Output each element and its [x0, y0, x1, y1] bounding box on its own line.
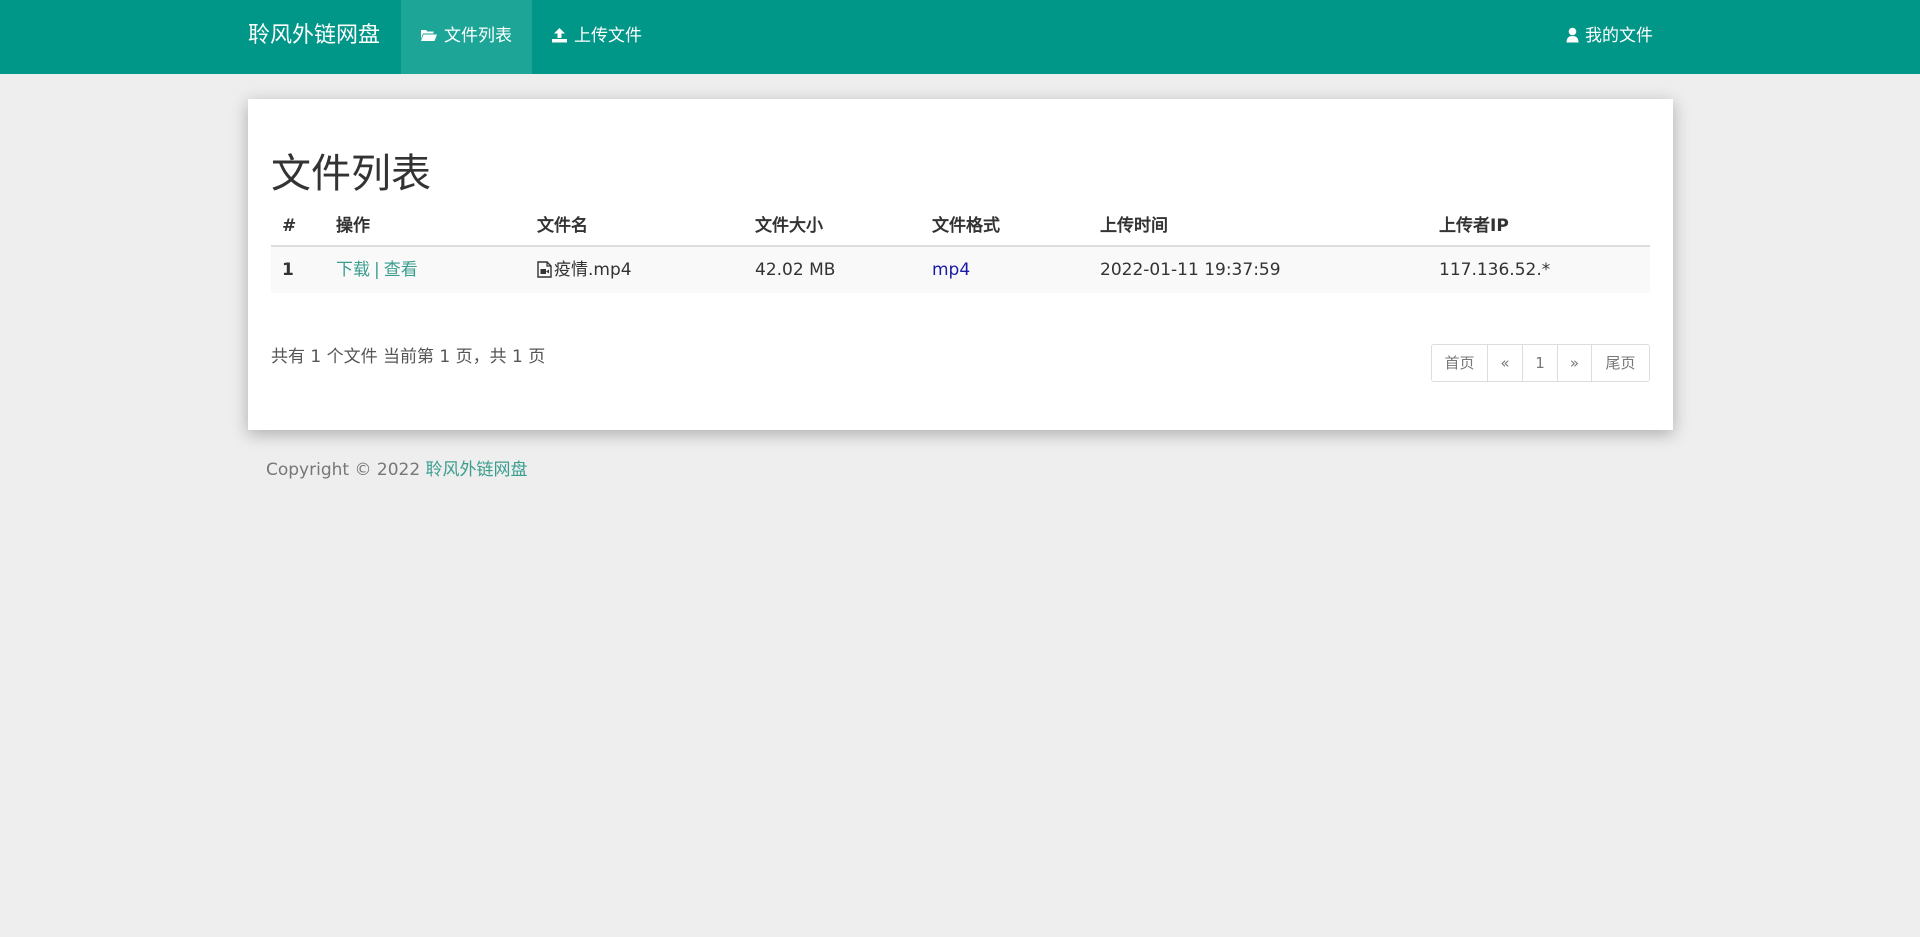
pagination-prev-button[interactable]: «	[1488, 345, 1523, 381]
page-title: 文件列表	[271, 151, 431, 197]
row-actions: 下载 | 查看	[336, 247, 418, 293]
nav-item-label: 我的文件	[1585, 26, 1653, 46]
column-header-uploader-ip: 上传者IP	[1439, 216, 1509, 236]
page-footer: Copyright © 2022 聆风外链网盘	[266, 455, 528, 480]
pagination-next-button[interactable]: »	[1558, 345, 1592, 381]
top-navbar: 聆风外链网盘 文件列表 上传文件 我的文件	[0, 0, 1920, 74]
table-header: # 操作 文件名 文件大小 文件格式 上传时间 上传者IP	[271, 205, 1650, 247]
row-uploader-ip: 117.136.52.*	[1439, 260, 1551, 280]
row-size: 42.02 MB	[755, 260, 836, 280]
video-file-icon	[537, 261, 552, 278]
pagination-last-button[interactable]: 尾页	[1592, 345, 1649, 381]
table-row: 1 下载 | 查看 疫情.mp4 42.02 MB mp4 2022-01-11 1…	[271, 247, 1650, 293]
column-header-actions: 操作	[336, 216, 370, 236]
pagination: 首页 « 1 » 尾页	[1431, 344, 1650, 382]
footer-brand-link[interactable]: 聆风外链网盘	[426, 460, 528, 480]
column-header-size: 文件大小	[755, 216, 823, 236]
file-list-panel: 文件列表 # 操作 文件名 文件大小 文件格式 上传时间 上传者IP 1 下载 |…	[248, 99, 1673, 430]
pagination-summary: 共有 1 个文件 当前第 1 页，共 1 页	[271, 347, 546, 367]
row-filename: 疫情.mp4	[537, 247, 632, 293]
nav-item-label: 上传文件	[574, 26, 642, 46]
column-header-format: 文件格式	[932, 216, 1000, 236]
download-link[interactable]: 下载	[336, 260, 370, 280]
nav-item-my-files[interactable]: 我的文件	[1566, 0, 1686, 74]
row-upload-time: 2022-01-11 19:37:59	[1100, 260, 1281, 280]
column-header-upload-time: 上传时间	[1100, 216, 1168, 236]
action-separator: |	[374, 260, 380, 280]
pagination-first-button[interactable]: 首页	[1432, 345, 1488, 381]
filename-text: 疫情.mp4	[554, 260, 632, 280]
row-index: 1	[282, 260, 294, 280]
copyright-text: Copyright © 2022	[266, 460, 426, 480]
column-header-index: #	[282, 216, 297, 236]
file-table: # 操作 文件名 文件大小 文件格式 上传时间 上传者IP 1 下载 | 查看 疫情…	[271, 205, 1650, 293]
format-link[interactable]: mp4	[932, 260, 970, 280]
nav-item-upload[interactable]: 上传文件	[532, 0, 657, 74]
pagination-page-1[interactable]: 1	[1523, 345, 1558, 381]
upload-icon	[552, 28, 567, 43]
brand-link[interactable]: 聆风外链网盘	[248, 0, 380, 74]
view-link[interactable]: 查看	[384, 260, 418, 280]
nav-item-file-list[interactable]: 文件列表	[401, 0, 532, 74]
folder-open-icon	[421, 30, 437, 41]
user-icon	[1566, 27, 1579, 43]
row-format: mp4	[932, 247, 970, 293]
nav-item-label: 文件列表	[444, 26, 512, 46]
column-header-filename: 文件名	[537, 216, 588, 236]
